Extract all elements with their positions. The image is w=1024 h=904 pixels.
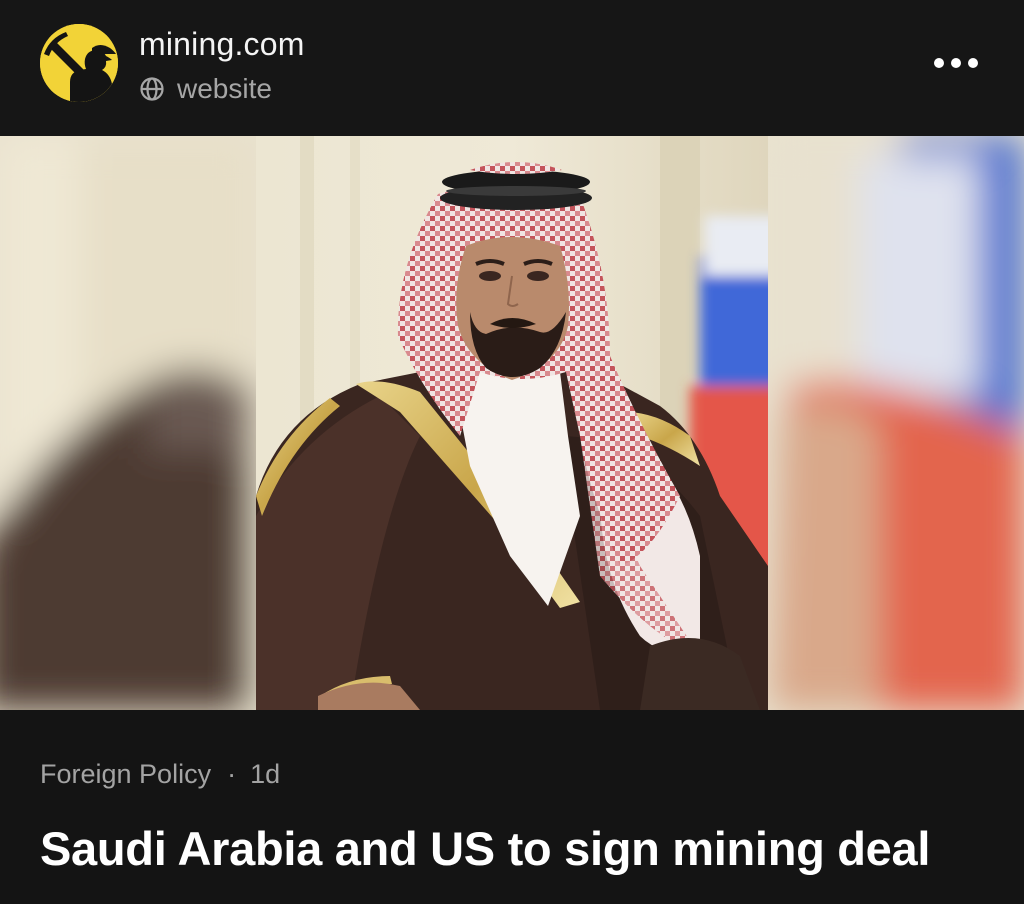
source-name[interactable]: mining.com	[139, 24, 305, 64]
post-card[interactable]: mining.com website Foreign Policy · 1d S…	[0, 0, 1024, 904]
portrait-photo	[0, 136, 1024, 710]
globe-icon	[140, 77, 164, 101]
meta-separator: ·	[227, 758, 237, 789]
mining-logo-icon	[40, 24, 118, 102]
source-avatar[interactable]	[40, 24, 118, 102]
more-horizontal-icon	[934, 58, 944, 68]
more-horizontal-icon-dot	[951, 58, 961, 68]
article-headline[interactable]: Saudi Arabia and US to sign mining deal	[40, 818, 1000, 880]
more-options-button[interactable]	[928, 46, 984, 80]
more-horizontal-icon-dot	[968, 58, 978, 68]
publisher-label[interactable]: Foreign Policy	[40, 759, 211, 790]
article-image[interactable]	[0, 136, 1024, 710]
article-age: 1d	[250, 758, 281, 789]
source-type-label: website	[177, 73, 272, 104]
post-header: mining.com website	[0, 0, 1024, 136]
article-meta: Foreign Policy · 1d	[40, 756, 280, 792]
source-type-row: website	[139, 70, 272, 108]
